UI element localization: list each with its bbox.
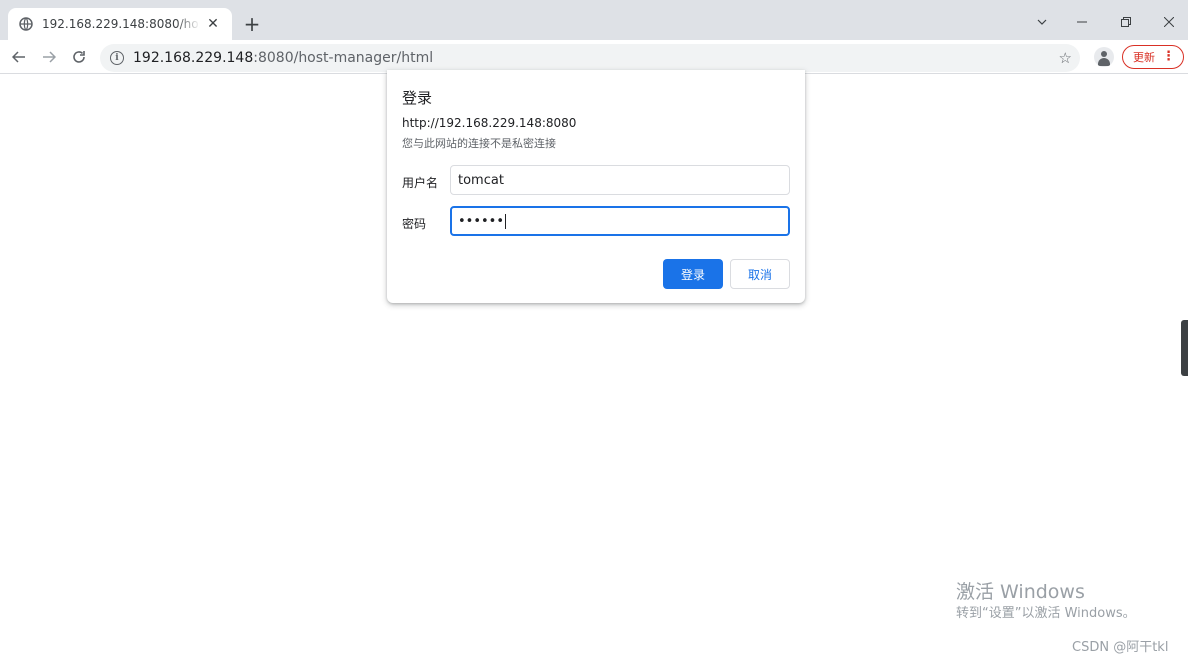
tab-strip: 192.168.229.148:8080/host-manager/html ✕… bbox=[0, 0, 1188, 40]
info-icon[interactable]: i bbox=[110, 51, 124, 65]
url-path: :8080/host-manager/html bbox=[253, 50, 434, 66]
username-label: 用户名 bbox=[402, 176, 439, 190]
address-bar[interactable]: i 192.168.229.148:8080/host-manager/html… bbox=[100, 44, 1080, 72]
activate-windows-subtitle: 转到“设置”以激活 Windows。 bbox=[956, 606, 1136, 621]
new-tab-button[interactable]: + bbox=[240, 12, 264, 36]
login-button[interactable]: 登录 bbox=[663, 259, 723, 289]
text-caret bbox=[505, 213, 507, 229]
forward-arrow-icon[interactable] bbox=[38, 46, 60, 68]
bookmark-star-icon[interactable]: ☆ bbox=[1059, 49, 1072, 67]
menu-dots-icon: ⋮ bbox=[1162, 49, 1175, 64]
update-button[interactable]: 更新 ⋮ bbox=[1122, 45, 1184, 69]
side-panel-handle[interactable] bbox=[1181, 320, 1188, 376]
dialog-url: http://192.168.229.148:8080 bbox=[402, 116, 577, 130]
tab-search-icon[interactable] bbox=[1030, 10, 1054, 34]
password-value: •••••• bbox=[458, 213, 505, 229]
reload-icon[interactable] bbox=[68, 46, 90, 68]
tab-host-manager[interactable]: 192.168.229.148:8080/host-manager/html ✕ bbox=[8, 8, 232, 40]
cancel-button[interactable]: 取消 bbox=[730, 259, 790, 289]
activate-windows-title: 激活 Windows bbox=[956, 581, 1085, 603]
password-label: 密码 bbox=[402, 217, 427, 231]
globe-icon bbox=[18, 16, 34, 32]
avatar-head bbox=[1101, 51, 1107, 57]
profile-avatar-icon[interactable] bbox=[1094, 47, 1114, 67]
username-value: tomcat bbox=[458, 172, 504, 188]
close-window-icon[interactable] bbox=[1157, 10, 1181, 34]
csdn-credit: CSDN @阿干tkl bbox=[1072, 640, 1169, 655]
avatar-body bbox=[1098, 58, 1110, 66]
sign-in-dialog: 登录 http://192.168.229.148:8080 您与此网站的连接不… bbox=[387, 70, 805, 303]
update-label: 更新 bbox=[1133, 51, 1155, 64]
restore-icon[interactable] bbox=[1114, 10, 1138, 34]
browser-toolbar: i 192.168.229.148:8080/host-manager/html… bbox=[0, 40, 1188, 74]
back-arrow-icon[interactable] bbox=[8, 46, 30, 68]
url-host: 192.168.229.148 bbox=[133, 50, 254, 66]
close-tab-icon[interactable]: ✕ bbox=[204, 15, 222, 33]
minimize-icon[interactable] bbox=[1070, 10, 1094, 34]
password-field[interactable]: •••••• bbox=[450, 206, 790, 236]
tab-title: 192.168.229.148:8080/host-manager/html bbox=[42, 17, 200, 31]
dialog-title: 登录 bbox=[402, 89, 433, 107]
connection-warning: 您与此网站的连接不是私密连接 bbox=[402, 137, 556, 150]
username-field[interactable]: tomcat bbox=[450, 165, 790, 195]
